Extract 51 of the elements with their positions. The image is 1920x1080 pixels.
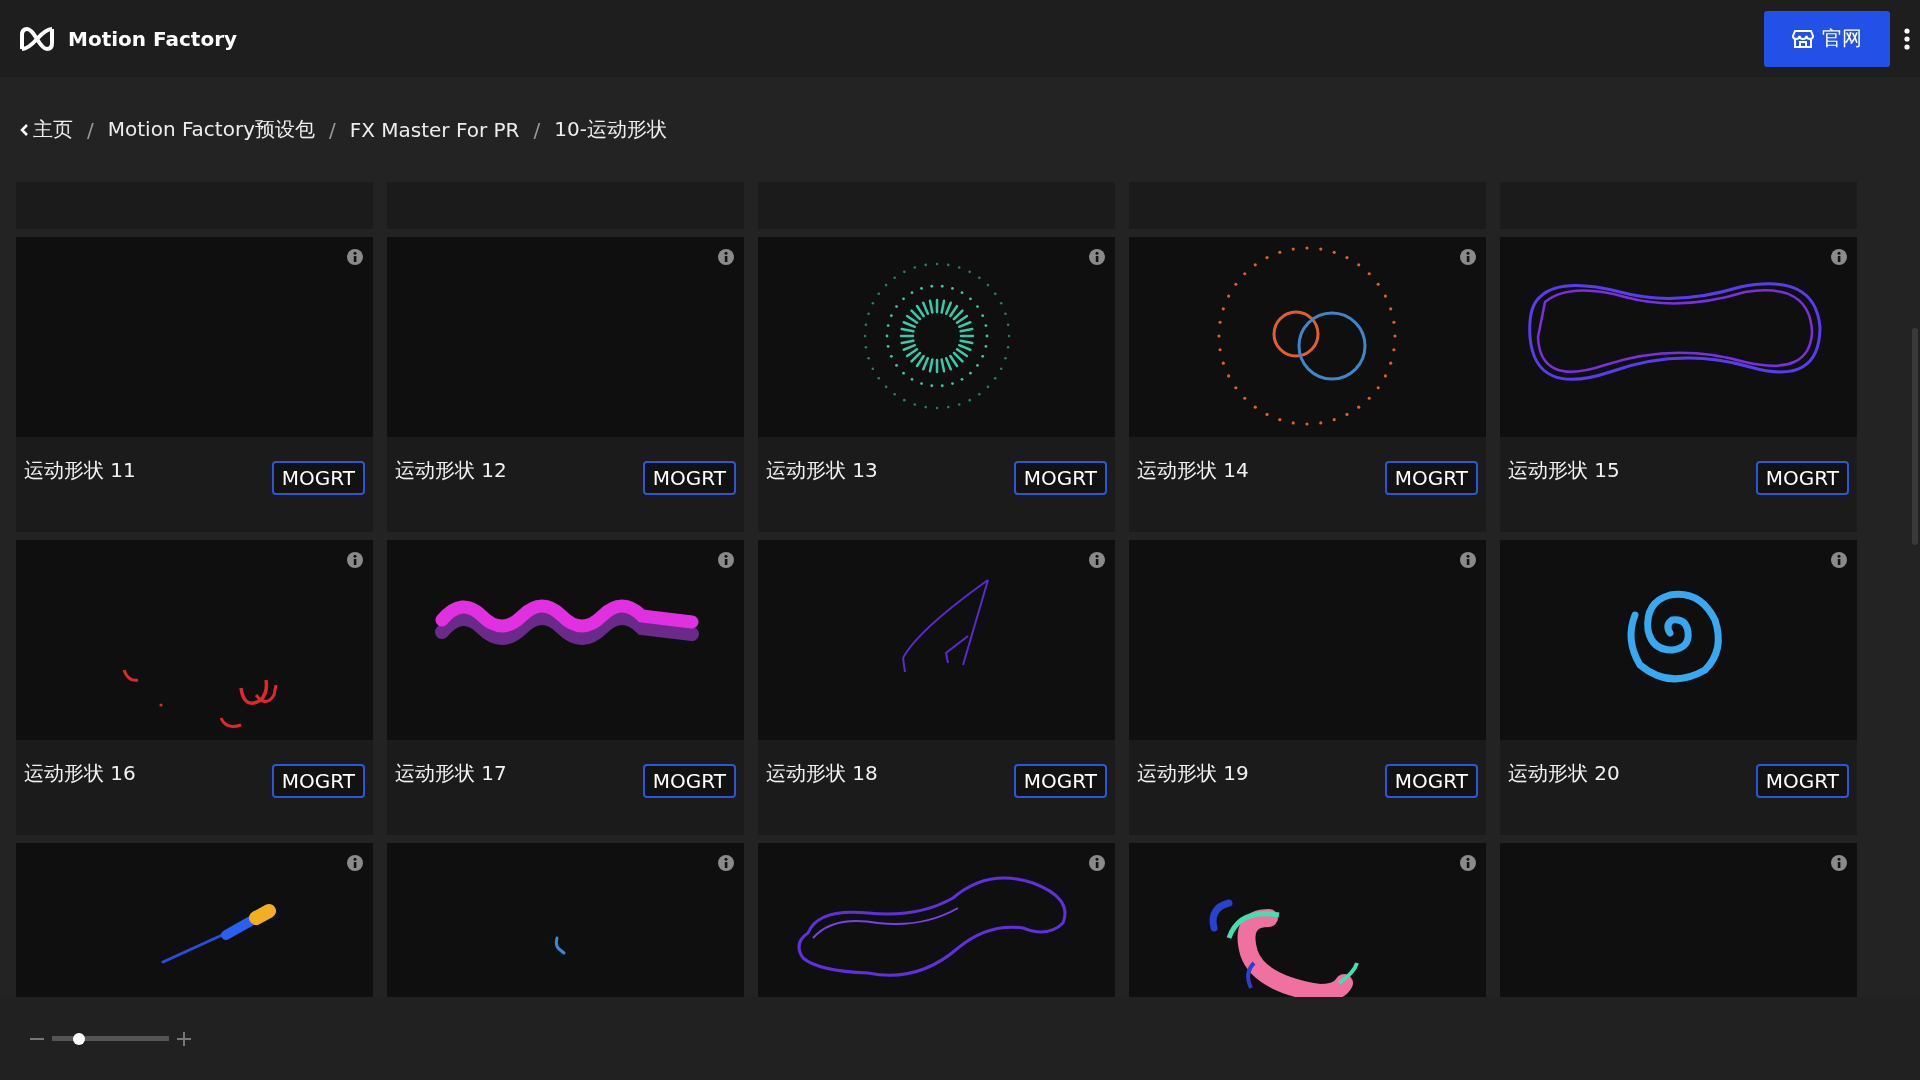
breadcrumb-separator: / — [533, 117, 541, 142]
breadcrumb-link[interactable]: FX Master For PR — [349, 117, 520, 142]
app-name: Motion Factory — [68, 26, 238, 51]
breadcrumb-link[interactable]: Motion Factory预设包 — [107, 116, 315, 143]
mogrt-button[interactable]: MOGRT — [1384, 764, 1478, 798]
card-title: 运动形状 14 — [1137, 457, 1249, 484]
mogrt-button[interactable]: MOGRT — [271, 764, 365, 798]
info-icon[interactable] — [718, 855, 734, 871]
motion-shape-drawing — [554, 936, 566, 955]
info-icon[interactable] — [347, 855, 363, 871]
breadcrumb-separator: / — [87, 117, 94, 142]
info-icon[interactable] — [1831, 855, 1847, 871]
card-title: 运动形状 19 — [1137, 760, 1249, 787]
mogrt-button[interactable]: MOGRT — [1013, 461, 1107, 495]
website-button[interactable]: 官网 — [1764, 10, 1890, 67]
logo-icon — [18, 24, 56, 53]
info-icon[interactable] — [718, 249, 734, 265]
mogrt-button[interactable]: MOGRT — [642, 764, 736, 798]
mogrt-button[interactable]: MOGRT — [642, 461, 736, 495]
card-title: 运动形状 17 — [395, 760, 507, 787]
more-icon[interactable] — [1904, 27, 1910, 50]
info-icon[interactable] — [347, 249, 363, 265]
mogrt-button[interactable]: MOGRT — [271, 461, 365, 495]
info-icon[interactable] — [1831, 552, 1847, 568]
info-icon[interactable] — [1460, 249, 1476, 265]
card-title: 运动形状 12 — [395, 457, 507, 484]
back-icon — [20, 122, 29, 137]
card-title: 运动形状 15 — [1508, 457, 1620, 484]
info-icon[interactable] — [347, 552, 363, 568]
card-title: 运动形状 16 — [24, 760, 136, 787]
card-title: 运动形状 20 — [1508, 760, 1620, 787]
info-icon[interactable] — [1460, 552, 1476, 568]
card-title: 运动形状 18 — [766, 760, 878, 787]
mogrt-button[interactable]: MOGRT — [1755, 764, 1849, 798]
info-icon[interactable] — [1089, 855, 1105, 871]
breadcrumb-separator: / — [328, 117, 336, 142]
card-title: 运动形状 13 — [766, 457, 878, 484]
info-icon[interactable] — [1831, 249, 1847, 265]
info-icon[interactable] — [1089, 249, 1105, 265]
breadcrumb-link[interactable]: 10-运动形状 — [554, 116, 667, 143]
info-icon[interactable] — [718, 552, 734, 568]
card-title: 运动形状 11 — [24, 457, 136, 484]
zoom-in-icon[interactable] — [177, 1031, 191, 1046]
mogrt-button[interactable]: MOGRT — [1755, 461, 1849, 495]
breadcrumb-link[interactable]: 主页 — [20, 116, 73, 143]
info-icon[interactable] — [1089, 552, 1105, 568]
slider-thumb[interactable] — [72, 1032, 85, 1045]
store-icon — [1792, 28, 1814, 49]
info-icon[interactable] — [1460, 855, 1476, 871]
mogrt-button[interactable]: MOGRT — [1013, 764, 1107, 798]
mogrt-button[interactable]: MOGRT — [1384, 461, 1478, 495]
